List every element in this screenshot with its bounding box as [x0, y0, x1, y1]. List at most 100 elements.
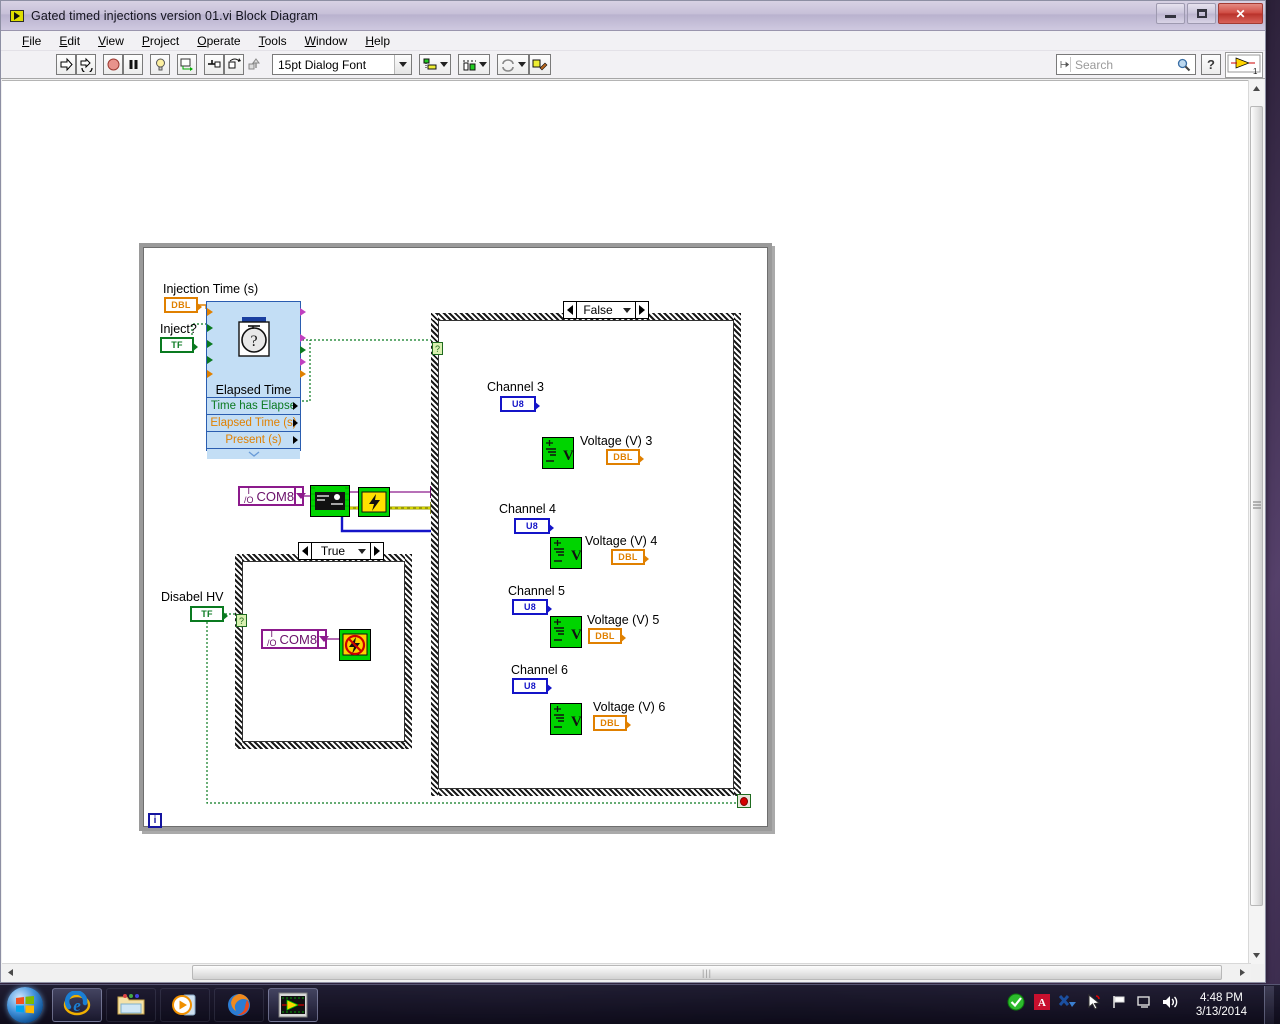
read-voltage-vi-6[interactable]: V [550, 703, 582, 735]
channel-5-terminal[interactable]: U8 [512, 599, 552, 615]
menu-view[interactable]: View [89, 33, 133, 49]
elapsed-grow-handle[interactable] [207, 448, 300, 459]
firefox-icon[interactable] [214, 987, 264, 1022]
step-over-icon[interactable] [224, 54, 244, 75]
lightbulb-icon[interactable] [150, 54, 170, 75]
step-out-icon[interactable] [244, 54, 264, 75]
case-true-selector[interactable]: True [298, 542, 384, 560]
labview-icon[interactable] [268, 987, 318, 1022]
menu-edit[interactable]: Edit [50, 33, 89, 49]
elapsed-output-time-has-elapsed[interactable]: Time has Elapse [207, 397, 300, 414]
search-input[interactable]: Search [1056, 54, 1196, 75]
hv-enable-vi[interactable] [358, 487, 390, 517]
mouse-tray-icon[interactable] [1086, 993, 1102, 1015]
reorder-icon[interactable] [497, 54, 529, 75]
windows-media-player-icon[interactable] [160, 987, 210, 1022]
visa-resource-true-case[interactable]: I/O COM8 [261, 629, 330, 649]
abort-execution-icon[interactable] [103, 54, 123, 75]
case-true-dropdown-icon[interactable] [354, 548, 370, 554]
action-center-flag-icon[interactable] [1111, 994, 1127, 1015]
case-false-prev-icon[interactable] [564, 302, 577, 318]
antivirus-tray-icon[interactable] [1007, 993, 1025, 1016]
internet-explorer-icon[interactable]: e [52, 987, 102, 1022]
channel-3-terminal[interactable]: U8 [500, 396, 540, 412]
search-icon[interactable] [1177, 58, 1191, 77]
disabel-hv-terminal[interactable]: TF [190, 606, 228, 622]
retain-wire-values-icon[interactable] [177, 54, 197, 75]
vi-icon-pane[interactable]: 1 [1225, 52, 1263, 78]
visa-resource-main-dropdown-icon[interactable] [294, 488, 307, 504]
iteration-terminal[interactable]: i [148, 813, 162, 828]
case-true-selector-terminal[interactable]: ? [236, 614, 247, 627]
network-tray-icon[interactable] [1136, 994, 1152, 1015]
serial-configure-vi[interactable] [310, 485, 350, 517]
case-false-selector-terminal[interactable]: ? [432, 342, 443, 355]
run-arrow-icon[interactable] [56, 54, 76, 75]
step-into-icon[interactable] [204, 54, 224, 75]
volume-tray-icon[interactable] [1161, 994, 1179, 1015]
scroll-left-icon[interactable] [2, 964, 19, 981]
pause-icon[interactable] [123, 54, 143, 75]
elapsed-time-express-vi[interactable]: ? Elapsed Time Time has Elapse Elapsed T… [206, 301, 306, 459]
horizontal-scrollbar-thumb[interactable]: ||| [192, 965, 1222, 980]
case-false-dropdown-icon[interactable] [619, 307, 635, 313]
channel-6-terminal[interactable]: U8 [512, 678, 552, 694]
close-button[interactable]: ✕ [1218, 3, 1263, 24]
stop-button-terminal[interactable] [737, 794, 751, 808]
visa-resource-true-dropdown-icon[interactable] [317, 631, 330, 647]
vertical-scrollbar[interactable] [1248, 80, 1264, 964]
clean-up-diagram-icon[interactable] [529, 54, 551, 75]
case-true-prev-icon[interactable] [299, 543, 312, 559]
taskbar-clock[interactable]: 4:48 PM 3/13/2014 [1188, 991, 1255, 1019]
scroll-up-icon[interactable] [1249, 80, 1264, 97]
read-voltage-vi-3[interactable]: V [542, 437, 574, 469]
elapsed-output-present[interactable]: Present (s) [207, 431, 300, 448]
xming-tray-icon[interactable] [1058, 994, 1077, 1015]
search-pin-icon[interactable] [1059, 57, 1071, 72]
menu-window[interactable]: Window [296, 33, 357, 49]
block-diagram-canvas[interactable]: Injection Time (s) DBL Inject? TF ? Elap… [2, 80, 1251, 964]
align-objects-icon[interactable] [419, 54, 451, 75]
voltage-5-indicator[interactable]: DBL [588, 628, 626, 644]
distribute-objects-icon[interactable] [458, 54, 490, 75]
menu-project[interactable]: Project [133, 33, 188, 49]
vertical-scrollbar-thumb[interactable] [1250, 106, 1263, 906]
case-true-next-icon[interactable] [370, 543, 383, 559]
windows-explorer-icon[interactable] [106, 987, 156, 1022]
scroll-right-icon[interactable] [1234, 964, 1251, 981]
read-voltage-vi-4[interactable]: V [550, 537, 582, 569]
menubar: File Edit View Project Operate Tools Win… [1, 31, 1265, 51]
adobe-tray-icon[interactable]: A [1033, 994, 1050, 1015]
scroll-down-icon[interactable] [1249, 947, 1264, 964]
menu-tools[interactable]: Tools [250, 33, 296, 49]
run-continuously-icon[interactable] [76, 54, 96, 75]
context-help-button[interactable]: ? [1201, 54, 1221, 75]
case-structure-true[interactable]: True ? [235, 542, 412, 749]
case-false-selector[interactable]: False [563, 301, 649, 319]
labview-block-diagram-window: Gated timed injections version 01.vi Blo… [0, 0, 1266, 983]
case-false-next-icon[interactable] [635, 302, 648, 318]
voltage-3-indicator[interactable]: DBL [606, 449, 644, 465]
windows-start-orb[interactable] [2, 986, 48, 1024]
menu-help[interactable]: Help [356, 33, 399, 49]
font-selector[interactable]: 15pt Dialog Font [272, 54, 412, 75]
font-selector-arrow-icon[interactable] [394, 55, 411, 74]
channel-4-terminal[interactable]: U8 [514, 518, 554, 534]
horizontal-scrollbar[interactable]: ||| [2, 963, 1251, 981]
maximize-button[interactable] [1187, 3, 1216, 24]
menu-operate[interactable]: Operate [188, 33, 249, 49]
show-desktop-button[interactable] [1264, 985, 1274, 1024]
hv-disable-vi[interactable] [339, 629, 371, 661]
minimize-button[interactable] [1156, 3, 1185, 24]
injection-time-terminal[interactable]: DBL [164, 297, 202, 313]
elapsed-output-elapsed-time[interactable]: Elapsed Time (s) [207, 414, 300, 431]
elapsed-output-pin-2 [300, 334, 306, 342]
menu-file[interactable]: File [13, 33, 50, 49]
voltage-4-indicator[interactable]: DBL [611, 549, 649, 565]
window-titlebar: Gated timed injections version 01.vi Blo… [1, 1, 1265, 31]
inject-terminal[interactable]: TF [160, 337, 198, 353]
case-structure-false[interactable]: False ? [431, 301, 741, 796]
read-voltage-vi-5[interactable]: V [550, 616, 582, 648]
visa-resource-main[interactable]: I/O COM8 [238, 486, 307, 506]
voltage-6-indicator[interactable]: DBL [593, 715, 631, 731]
